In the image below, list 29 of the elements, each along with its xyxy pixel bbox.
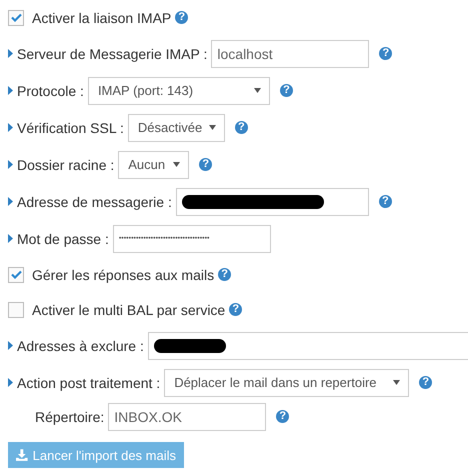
field-label: Action post traitement : <box>17 374 160 390</box>
select-field[interactable]: Déplacer le mail dans un repertoire <box>164 368 410 396</box>
field-label: Adresses à exclure : <box>17 338 144 354</box>
field-label: Protocole : <box>17 82 84 98</box>
input-field[interactable]: localhost <box>211 40 370 68</box>
help-icon[interactable]: ? <box>234 121 248 134</box>
help-icon[interactable]: ? <box>229 303 242 316</box>
field-label: Serveur de Messagerie IMAP : <box>17 46 208 62</box>
select-field[interactable]: IMAP (port: 143) <box>88 76 270 104</box>
checkbox-label: Activer la liaison IMAP <box>32 10 172 26</box>
select-field[interactable]: Aucun <box>118 150 190 178</box>
help-icon[interactable]: ? <box>280 84 293 97</box>
help-icon[interactable]: ? <box>175 11 188 24</box>
help-icon[interactable]: ? <box>378 195 392 208</box>
field-label: Mot de passe : <box>17 230 109 246</box>
field-label: Adresse de messagerie : <box>17 194 172 210</box>
field-label: Répertoire: <box>35 408 104 424</box>
help-icon[interactable]: ? <box>379 47 392 60</box>
help-icon[interactable]: ? <box>276 410 290 423</box>
field-label: Dossier racine : <box>17 156 114 172</box>
checkbox-label: Gérer les réponses aux mails <box>32 266 214 282</box>
help-icon[interactable]: ? <box>419 376 432 389</box>
checkbox-label: Activer le multi BAL par service <box>32 302 226 318</box>
field-label: Vérification SSL : <box>17 120 124 136</box>
help-icon[interactable]: ? <box>218 268 232 281</box>
import-button[interactable]: Lancer l'import des mails <box>8 442 184 468</box>
input-field[interactable]: INBOX.OK <box>108 402 266 430</box>
help-icon[interactable]: ? <box>199 158 212 171</box>
select-field[interactable]: Désactivée <box>128 114 225 142</box>
